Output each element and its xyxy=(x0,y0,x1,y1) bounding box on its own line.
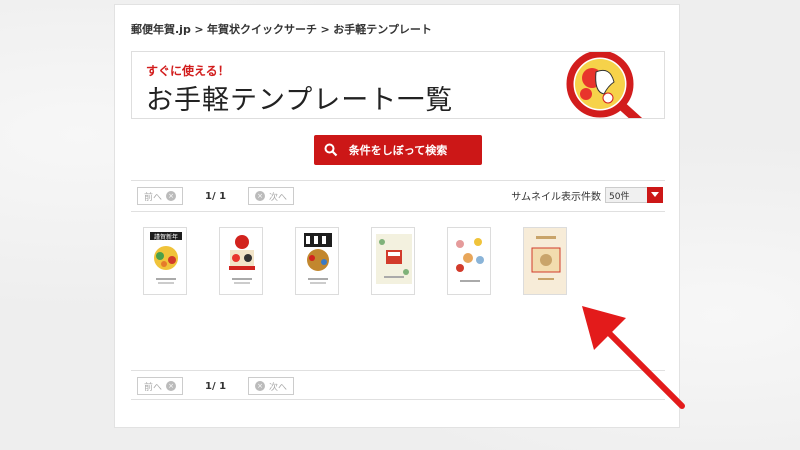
next-page-button[interactable]: × 次へ xyxy=(248,377,295,395)
page-banner: すぐに使える！ お手軽テンプレート一覧 xyxy=(131,51,665,119)
template-thumbnail xyxy=(524,228,566,294)
breadcrumb: 郵便年賀.jp > 年賀状クイックサーチ > お手軽テンプレート xyxy=(131,21,432,37)
breadcrumb-separator: > xyxy=(320,23,330,36)
prev-page-button[interactable]: 前へ × xyxy=(137,187,183,205)
template-card[interactable] xyxy=(295,227,339,295)
template-card[interactable]: 謹賀新年 xyxy=(143,227,187,295)
prev-label: 前へ xyxy=(143,192,162,203)
magnifier-illustration-icon xyxy=(566,52,643,118)
prev-page-button[interactable]: 前へ × xyxy=(137,377,183,395)
next-arrow-icon: × xyxy=(255,381,266,391)
template-thumbnail xyxy=(304,233,332,284)
divider xyxy=(131,180,665,181)
template-thumbnail xyxy=(376,234,412,284)
template-card[interactable] xyxy=(447,227,491,295)
breadcrumb-current: お手軽テンプレート xyxy=(333,23,432,36)
thumbnail-count-control: サムネイル表示件数 50件 xyxy=(511,187,663,203)
thumbnail-count-label: サムネイル表示件数 xyxy=(511,191,601,203)
breadcrumb-section[interactable]: 年賀状クイックサーチ xyxy=(207,23,317,36)
thumbnail-count-value: 50件 xyxy=(609,191,630,202)
thumbnail-count-select[interactable]: 50件 xyxy=(605,187,663,203)
pager-bottom: 前へ × 1/ 1 × 次へ xyxy=(137,377,295,395)
template-card[interactable] xyxy=(219,227,263,295)
filter-search-label: 条件をしぼって検索 xyxy=(348,144,448,157)
next-page-button[interactable]: × 次へ xyxy=(248,187,295,205)
prev-arrow-icon: × xyxy=(166,381,176,391)
prev-arrow-icon: × xyxy=(166,191,176,201)
template-thumbnail: 謹賀新年 xyxy=(150,232,182,284)
template-card[interactable] xyxy=(371,227,415,295)
next-label: 次へ xyxy=(269,192,288,203)
template-thumbnail xyxy=(456,238,484,282)
divider xyxy=(131,211,665,212)
chevron-down-icon xyxy=(647,187,663,203)
breadcrumb-home[interactable]: 郵便年賀.jp xyxy=(131,23,191,36)
annotation-arrow-icon xyxy=(582,306,685,409)
prev-label: 前へ xyxy=(143,382,162,393)
page-title: お手軽テンプレート一覧 xyxy=(146,85,454,116)
template-card[interactable] xyxy=(523,227,567,295)
template-headline: 謹賀新年 xyxy=(154,233,178,241)
page-indicator: 1/ 1 xyxy=(205,380,227,392)
search-icon xyxy=(324,143,338,157)
breadcrumb-separator: > xyxy=(194,23,204,36)
banner-subtitle: すぐに使える！ xyxy=(146,64,230,78)
next-label: 次へ xyxy=(269,382,288,393)
page-indicator: 1/ 1 xyxy=(205,190,227,202)
template-thumbnail xyxy=(229,235,255,284)
pager-top: 前へ × 1/ 1 × 次へ xyxy=(137,187,295,205)
filter-search-button[interactable]: 条件をしぼって検索 xyxy=(314,135,482,165)
next-arrow-icon: × xyxy=(255,191,266,201)
